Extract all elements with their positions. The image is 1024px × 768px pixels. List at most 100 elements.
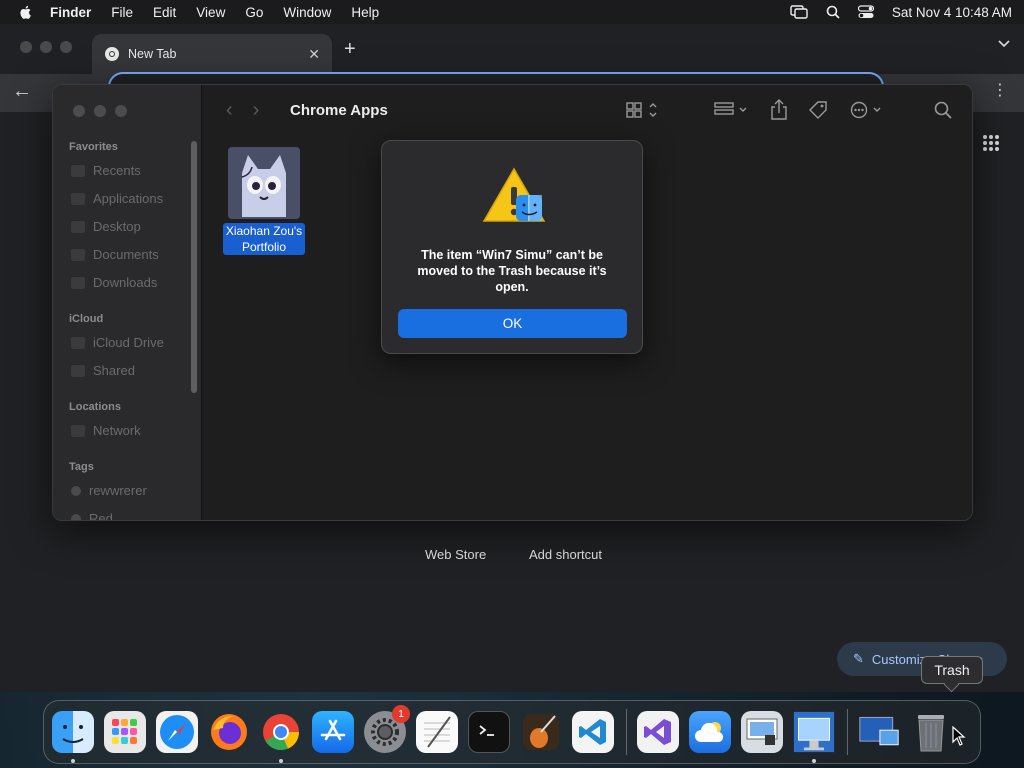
tag-icon[interactable] (808, 100, 828, 120)
ok-button[interactable]: OK (398, 309, 627, 338)
dock-trash[interactable] (910, 711, 952, 753)
close-window-button[interactable] (20, 41, 32, 53)
minimize-window-button[interactable] (40, 41, 52, 53)
dock-system-settings[interactable]: 1 (364, 705, 410, 753)
cloud-icon (71, 336, 85, 349)
applications-icon (71, 192, 85, 205)
sidebar-item-documents[interactable]: Documents (71, 247, 159, 262)
dock-safari[interactable] (156, 711, 198, 753)
screen-mirroring-icon[interactable] (790, 5, 808, 19)
dock-launchpad[interactable] (104, 711, 146, 753)
firefox-icon (211, 714, 247, 750)
sidebar-item-shared[interactable]: Shared (71, 363, 135, 378)
shortcut-web-store[interactable]: Web Store (425, 547, 486, 562)
finder-zoom-button[interactable] (115, 105, 127, 117)
vscode-icon (579, 719, 606, 745)
menu-view[interactable]: View (196, 5, 225, 20)
dock-textedit[interactable] (416, 711, 458, 753)
dock-desktop-folder[interactable] (858, 711, 900, 753)
zoom-window-button[interactable] (60, 41, 72, 53)
sidebar-scrollbar[interactable] (191, 141, 197, 393)
windows-monitor-icon (793, 711, 835, 753)
dock-visual-studio[interactable] (637, 711, 679, 753)
dock-visual-studio-code[interactable] (572, 711, 614, 753)
finder-nav-arrows[interactable]: ‹› (226, 99, 279, 122)
menu-window[interactable]: Window (283, 5, 331, 20)
finder-close-button[interactable] (73, 105, 85, 117)
dock-separator (626, 709, 627, 755)
share-icon[interactable] (770, 99, 788, 121)
control-center-icon[interactable] (857, 5, 874, 19)
more-actions-icon[interactable] (850, 101, 886, 119)
sidebar-section-locations: Locations (69, 401, 121, 413)
dock-garageband[interactable] (520, 711, 562, 753)
terminal-icon (479, 725, 494, 736)
google-apps-icon[interactable] (982, 134, 1000, 152)
textedit-icon (424, 716, 451, 748)
sidebar-section-icloud: iCloud (69, 313, 104, 325)
dock-finder[interactable] (52, 711, 94, 763)
preview-icon (746, 718, 778, 745)
group-by-icon[interactable] (714, 101, 750, 119)
safari-compass-icon (160, 715, 194, 749)
view-grid-icon[interactable] (626, 101, 660, 119)
dialog-message: The item “Win7 Simu” can’t be moved to t… (417, 248, 607, 294)
shortcut-add[interactable]: Add shortcut (529, 547, 602, 562)
chrome-logo-icon (105, 47, 119, 61)
mouse-cursor-icon (952, 726, 966, 746)
tab-title: New Tab (128, 47, 177, 61)
download-icon (71, 276, 85, 289)
cat-avatar-icon (228, 147, 300, 219)
menu-clock[interactable]: Sat Nov 4 10:48 AM (892, 5, 1012, 20)
menu-app-name[interactable]: Finder (50, 5, 91, 20)
more-menu-icon[interactable]: ⋮ (992, 80, 1008, 100)
dock-google-chrome[interactable] (260, 711, 302, 763)
sidebar-tag-red[interactable]: Red (71, 511, 113, 520)
search-icon[interactable] (934, 101, 952, 119)
shared-folder-icon (71, 364, 85, 377)
menu-file[interactable]: File (111, 5, 133, 20)
back-arrow-icon[interactable]: ← (12, 80, 32, 103)
menu-go[interactable]: Go (245, 5, 263, 20)
trash-tooltip: Trash (921, 656, 983, 684)
finder-minimize-button[interactable] (94, 105, 106, 117)
dock-terminal[interactable] (468, 711, 510, 753)
finder-window-controls (73, 105, 127, 117)
warning-finder-icon (482, 167, 546, 222)
visual-studio-icon (644, 719, 671, 745)
cloud-icon (695, 722, 724, 742)
launchpad-icon (112, 719, 137, 744)
desktop-screens-icon (859, 716, 899, 746)
sidebar-item-applications[interactable]: Applications (71, 191, 163, 206)
dock-app-store[interactable] (312, 711, 354, 753)
sidebar-item-downloads[interactable]: Downloads (71, 275, 157, 290)
chrome-logo-icon (263, 714, 299, 751)
notification-badge: 1 (392, 705, 410, 723)
menu-help[interactable]: Help (351, 5, 379, 20)
menu-bar: Finder File Edit View Go Window Help Sat… (0, 0, 1024, 24)
pencil-icon: ✎ (853, 651, 864, 666)
sidebar-item-recents[interactable]: Recents (71, 163, 141, 178)
sidebar-tag-rewwrerer[interactable]: rewwrerer (71, 483, 147, 498)
sidebar-item-network[interactable]: Network (71, 423, 141, 438)
sidebar-section-favorites: Favorites (69, 141, 118, 153)
finder-sidebar: Favorites Recents Applications Desktop D… (53, 85, 202, 520)
apple-icon[interactable] (18, 4, 34, 20)
sidebar-item-desktop[interactable]: Desktop (71, 219, 141, 234)
chevron-down-icon[interactable] (998, 40, 1010, 48)
dock-firefox[interactable] (208, 711, 250, 753)
menu-edit[interactable]: Edit (153, 5, 176, 20)
dock-preview[interactable] (741, 711, 783, 753)
spotlight-search-icon[interactable] (826, 5, 840, 19)
running-indicator (812, 759, 816, 763)
dock-win7-simu[interactable] (793, 711, 835, 763)
chrome-tab-strip: New Tab ✕ + (0, 24, 1024, 74)
file-item-portfolio[interactable]: Xiaohan Zou's Portfolio (220, 147, 308, 256)
tab-new-tab[interactable]: New Tab ✕ (92, 34, 332, 74)
desktop-icon (71, 220, 85, 233)
close-tab-icon[interactable]: ✕ (308, 46, 320, 63)
dock-weather[interactable] (689, 711, 731, 753)
new-tab-button[interactable]: + (344, 38, 356, 61)
dock-separator (847, 709, 848, 755)
sidebar-item-icloud-drive[interactable]: iCloud Drive (71, 335, 164, 350)
